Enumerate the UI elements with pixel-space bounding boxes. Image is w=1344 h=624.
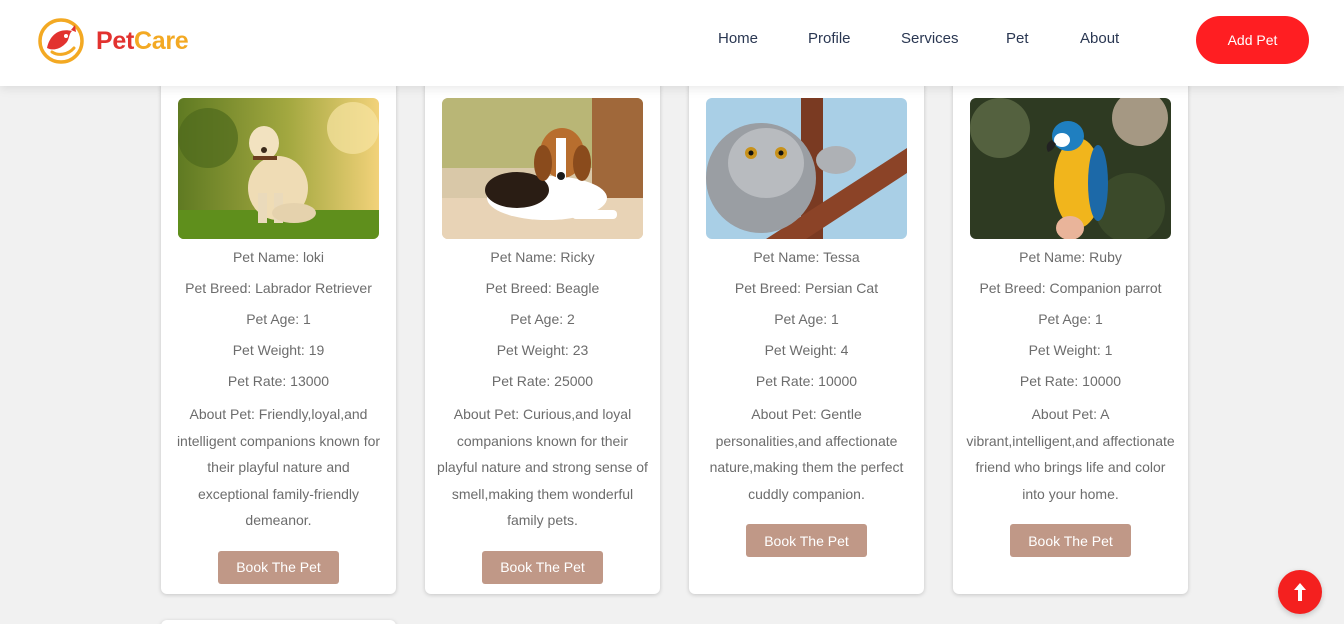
book-pet-button[interactable]: Book The Pet xyxy=(746,524,867,557)
pet-card: Pet Name: Ruby Pet Breed: Companion parr… xyxy=(953,72,1188,594)
pet-details: Pet Name: Ruby Pet Breed: Companion parr… xyxy=(965,245,1176,557)
pet-age: Pet Age: 1 xyxy=(1038,311,1103,327)
book-pet-button[interactable]: Book The Pet xyxy=(1010,524,1131,557)
parrot-image xyxy=(970,98,1171,239)
petcare-logo[interactable]: PetCare xyxy=(38,17,189,65)
pet-rate: Pet Rate: 10000 xyxy=(755,373,858,389)
page: PetCare Home Profile Services Pet About … xyxy=(0,0,1344,624)
pet-rate: Pet Rate: 13000 xyxy=(227,373,330,389)
nav-about[interactable]: About xyxy=(1080,30,1119,47)
logo-wordmark: PetCare xyxy=(96,26,189,56)
pet-name: Pet Name: loki xyxy=(232,249,325,265)
pet-logo-icon xyxy=(38,18,84,64)
pet-breed: Pet Breed: Beagle xyxy=(485,280,600,296)
pet-breed: Pet Breed: Labrador Retriever xyxy=(185,280,372,296)
pet-breed: Pet Breed: Persian Cat xyxy=(734,280,879,296)
logo-word-pet: Pet xyxy=(96,26,135,55)
pet-about: About Pet: A vibrant,intelligent,and aff… xyxy=(966,406,1175,502)
pet-age: Pet Age: 2 xyxy=(510,311,575,327)
pet-name: Pet Name: Ruby xyxy=(1019,249,1122,265)
nav-services[interactable]: Services xyxy=(901,30,959,47)
nav-profile[interactable]: Profile xyxy=(808,30,851,47)
pet-rate: Pet Rate: 25000 xyxy=(491,373,594,389)
pet-card: Pet Name: Tessa Pet Breed: Persian Cat P… xyxy=(689,72,924,594)
pet-details: Pet Name: Ricky Pet Breed: Beagle Pet Ag… xyxy=(437,245,648,584)
parrot-photo xyxy=(970,98,1171,239)
scroll-to-top-button[interactable] xyxy=(1278,570,1322,614)
pet-about: About Pet: Gentle personalities,and affe… xyxy=(709,406,904,502)
pet-rate: Pet Rate: 10000 xyxy=(1019,373,1122,389)
beagle-image xyxy=(442,98,643,239)
logo-word-care: Care xyxy=(134,26,189,55)
beagle-photo xyxy=(442,98,643,239)
persian-cat-image xyxy=(706,98,907,239)
pet-card: Pet Name: loki Pet Breed: Labrador Retri… xyxy=(161,72,396,594)
labrador-photo xyxy=(178,98,379,239)
pet-weight: Pet Weight: 4 xyxy=(764,342,849,358)
pet-breed: Pet Breed: Companion parrot xyxy=(979,280,1162,296)
pet-weight: Pet Weight: 23 xyxy=(496,342,589,358)
labrador-image xyxy=(178,98,379,239)
add-pet-button[interactable]: Add Pet xyxy=(1196,16,1309,64)
pet-name: Pet Name: Tessa xyxy=(753,249,860,265)
pet-weight: Pet Weight: 1 xyxy=(1028,342,1113,358)
book-pet-button[interactable]: Book The Pet xyxy=(482,550,603,584)
book-pet-button[interactable]: Book The Pet xyxy=(218,550,339,584)
pet-name: Pet Name: Ricky xyxy=(490,249,595,265)
persian-cat-photo xyxy=(706,98,907,239)
pet-age: Pet Age: 1 xyxy=(774,311,839,327)
pet-age: Pet Age: 1 xyxy=(246,311,311,327)
pet-about: About Pet: Friendly,loyal,and intelligen… xyxy=(176,406,381,528)
pet-weight: Pet Weight: 19 xyxy=(232,342,325,358)
pet-about: About Pet: Curious,and loyal companions … xyxy=(437,406,648,528)
nav-home[interactable]: Home xyxy=(718,30,758,47)
nav-pet[interactable]: Pet xyxy=(1006,30,1029,47)
top-navbar: PetCare Home Profile Services Pet About … xyxy=(0,0,1344,86)
arrow-up-icon xyxy=(1294,583,1306,601)
pet-card-partial xyxy=(161,620,396,624)
pet-card: Pet Name: Ricky Pet Breed: Beagle Pet Ag… xyxy=(425,72,660,594)
pet-details: Pet Name: loki Pet Breed: Labrador Retri… xyxy=(173,245,384,584)
pet-details: Pet Name: Tessa Pet Breed: Persian Cat P… xyxy=(701,245,912,557)
